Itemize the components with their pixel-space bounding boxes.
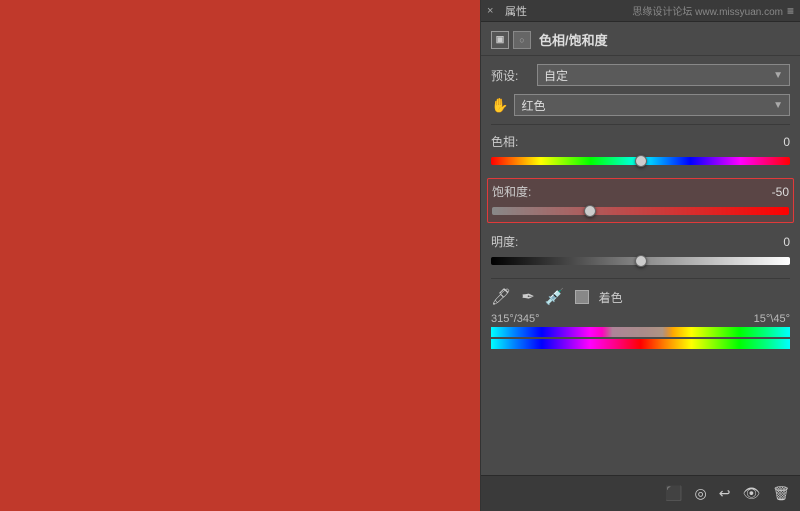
colorize-label: 着色 [599, 289, 623, 306]
properties-panel: × 属性 思缘设计论坛 www.missyuan.com ≡ ▣ ○ 色相/饱和… [480, 0, 800, 511]
panel-header: ▣ ○ 色相/饱和度 [481, 22, 800, 56]
bottom-color-bar [491, 339, 790, 349]
adjustment-title: 色相/饱和度 [539, 30, 608, 49]
hue-header: 色相: 0 [491, 133, 790, 150]
eyedropper-icon[interactable]: 💉 [545, 287, 565, 307]
hand-icon: ✋ [491, 97, 508, 114]
hue-thumb[interactable] [635, 155, 647, 167]
hue-label: 色相: [491, 133, 518, 150]
panel-menu-button[interactable]: ≡ [787, 4, 794, 18]
lightness-track-wrap[interactable] [491, 254, 790, 268]
topbar-right: 思缘设计论坛 www.missyuan.com ≡ [632, 3, 794, 18]
colorize-checkbox[interactable] [575, 290, 589, 304]
footer-visibility-icon[interactable]: ◎ [694, 485, 706, 502]
lightness-value: 0 [760, 235, 790, 249]
saturation-value: -50 [759, 185, 789, 199]
saturation-label: 饱和度: [492, 183, 531, 200]
channel-row: ✋ 红色 ▼ [491, 94, 790, 116]
hue-sat-icon[interactable]: ▣ [491, 31, 509, 49]
watermark-text: 思缘设计论坛 www.missyuan.com [632, 3, 783, 18]
footer-eye-icon[interactable]: 👁 [742, 485, 760, 502]
panel-content: 预设: 自定 ▼ ✋ 红色 ▼ 色相: 0 [481, 56, 800, 475]
channel-dropdown[interactable]: 红色 ▼ [514, 94, 790, 116]
channel-value: 红色 [521, 97, 545, 114]
bottom-color-bar-gradient [491, 339, 790, 349]
footer-delete-icon[interactable]: 🗑 [772, 485, 790, 502]
eyedropper-subtract-icon[interactable]: ✒ [521, 287, 534, 307]
channel-dropdown-arrow: ▼ [773, 100, 783, 111]
top-color-bar [491, 327, 790, 337]
saturation-track [492, 207, 789, 215]
header-icons: ▣ ○ [491, 31, 531, 49]
lightness-section: 明度: 0 [491, 233, 790, 268]
preset-row: 预设: 自定 ▼ [491, 64, 790, 86]
panel-footer: ⬛ ◎ ↩ 👁 🗑 [481, 475, 800, 511]
lightness-thumb[interactable] [635, 255, 647, 267]
range-left-label: 315°/345° [491, 313, 540, 325]
divider2 [491, 278, 790, 279]
range-right-label: 15°\45° [754, 313, 790, 325]
color-range-section: 315°/345° 15°\45° [491, 313, 790, 349]
top-color-bar-overlay [602, 327, 674, 337]
preset-dropdown-arrow: ▼ [773, 70, 783, 81]
preset-dropdown[interactable]: 自定 ▼ [537, 64, 790, 86]
header-title-row: ▣ ○ 色相/饱和度 [491, 30, 790, 49]
canvas-area [0, 0, 480, 511]
divider1 [491, 124, 790, 125]
footer-reset-icon[interactable]: ↩ [719, 485, 731, 502]
lightness-label: 明度: [491, 233, 518, 250]
eyedropper-add-icon[interactable]: 🖊 [491, 287, 511, 307]
saturation-thumb[interactable] [584, 205, 596, 217]
saturation-header: 饱和度: -50 [492, 183, 789, 200]
close-button[interactable]: × [487, 6, 497, 16]
panel-title: 属性 [505, 3, 527, 19]
color-range-labels: 315°/345° 15°\45° [491, 313, 790, 325]
lightness-header: 明度: 0 [491, 233, 790, 250]
hue-value: 0 [760, 135, 790, 149]
hue-track-wrap[interactable] [491, 154, 790, 168]
topbar-left: × 属性 [487, 3, 527, 19]
hue-section: 色相: 0 [491, 133, 790, 168]
saturation-section: 饱和度: -50 [487, 178, 794, 223]
bottom-icons-row: 🖊 ✒ 💉 着色 [491, 287, 790, 307]
mask-icon[interactable]: ○ [513, 31, 531, 49]
preset-label: 预设: [491, 67, 531, 84]
saturation-track-wrap[interactable] [492, 204, 789, 218]
footer-clip-icon[interactable]: ⬛ [665, 485, 682, 502]
panel-topbar: × 属性 思缘设计论坛 www.missyuan.com ≡ [481, 0, 800, 22]
preset-value: 自定 [544, 67, 568, 84]
